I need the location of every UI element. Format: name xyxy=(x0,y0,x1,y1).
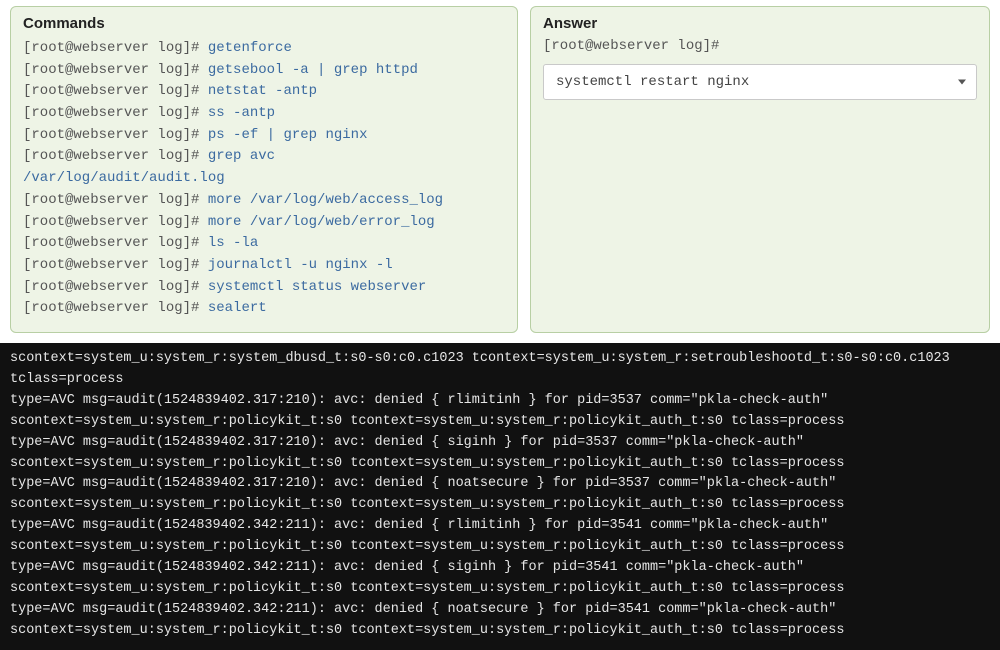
terminal-line: scontext=system_u:system_r:system_dbusd_… xyxy=(10,349,990,391)
terminal-line: type=AVC msg=audit(1524839402.317:210): … xyxy=(10,391,990,412)
command-line[interactable]: [root@webserver log]# journalctl -u ngin… xyxy=(23,255,505,277)
command-text: ps -ef | grep nginx xyxy=(208,127,368,143)
command-prompt: [root@webserver log]# xyxy=(23,235,208,251)
answer-title: Answer xyxy=(543,15,977,32)
commands-panel: Commands [root@webserver log]# getenforc… xyxy=(10,6,518,333)
terminal-line: scontext=system_u:system_r:policykit_t:s… xyxy=(10,495,990,516)
command-text: systemctl status webserver xyxy=(208,279,426,295)
command-prompt: [root@webserver log]# xyxy=(23,105,208,121)
command-line[interactable]: /var/log/audit/audit.log xyxy=(23,168,505,190)
command-text: more /var/log/web/error_log xyxy=(208,214,435,230)
command-prompt: [root@webserver log]# xyxy=(23,214,208,230)
command-prompt: [root@webserver log]# xyxy=(23,148,208,164)
terminal-line: type=AVC msg=audit(1524839402.342:211): … xyxy=(10,600,990,621)
answer-panel: Answer [root@webserver log]# systemctl r… xyxy=(530,6,990,333)
command-line[interactable]: [root@webserver log]# getenforce xyxy=(23,38,505,60)
command-line[interactable]: [root@webserver log]# sealert xyxy=(23,298,505,320)
command-text: /var/log/audit/audit.log xyxy=(23,170,225,186)
command-line[interactable]: [root@webserver log]# more /var/log/web/… xyxy=(23,190,505,212)
command-line[interactable]: [root@webserver log]# systemctl status w… xyxy=(23,277,505,299)
command-line[interactable]: [root@webserver log]# ss -antp xyxy=(23,103,505,125)
command-text: ss -antp xyxy=(208,105,275,121)
command-line[interactable]: [root@webserver log]# getsebool -a | gre… xyxy=(23,60,505,82)
command-text: ls -la xyxy=(208,235,258,251)
terminal-line: type=AVC msg=audit(1524839402.317:210): … xyxy=(10,474,990,495)
command-text: sealert xyxy=(208,300,267,316)
terminal-line: scontext=system_u:system_r:policykit_t:s… xyxy=(10,621,990,642)
command-text: grep avc xyxy=(208,148,275,164)
command-prompt: [root@webserver log]# xyxy=(23,257,208,273)
command-line[interactable]: [root@webserver log]# netstat -antp xyxy=(23,81,505,103)
command-text: getsebool -a | grep httpd xyxy=(208,62,418,78)
command-text: getenforce xyxy=(208,40,292,56)
command-prompt: [root@webserver log]# xyxy=(23,127,208,143)
terminal-line: scontext=system_u:system_r:policykit_t:s… xyxy=(10,412,990,433)
command-prompt: [root@webserver log]# xyxy=(23,192,208,208)
terminal-line: type=AVC msg=audit(1524839402.342:211): … xyxy=(10,516,990,537)
terminal-line: scontext=system_u:system_r:policykit_t:s… xyxy=(10,579,990,600)
command-text: netstat -antp xyxy=(208,83,317,99)
commands-list: [root@webserver log]# getenforce[root@we… xyxy=(23,38,505,320)
command-prompt: [root@webserver log]# xyxy=(23,62,208,78)
command-prompt: [root@webserver log]# xyxy=(23,40,208,56)
command-text: journalctl -u nginx -l xyxy=(208,257,393,273)
terminal-line: scontext=system_u:system_r:policykit_t:s… xyxy=(10,454,990,475)
command-prompt: [root@webserver log]# xyxy=(23,279,208,295)
top-row: Commands [root@webserver log]# getenforc… xyxy=(0,0,1000,343)
command-line[interactable]: [root@webserver log]# ps -ef | grep ngin… xyxy=(23,125,505,147)
chevron-down-icon xyxy=(958,80,966,85)
terminal-output: scontext=system_u:system_r:system_dbusd_… xyxy=(0,343,1000,650)
terminal-line: scontext=system_u:system_r:policykit_t:s… xyxy=(10,537,990,558)
answer-select[interactable]: systemctl restart nginx xyxy=(543,64,977,100)
answer-prompt: [root@webserver log]# xyxy=(543,38,977,54)
command-text: more /var/log/web/access_log xyxy=(208,192,443,208)
command-line[interactable]: [root@webserver log]# more /var/log/web/… xyxy=(23,212,505,234)
command-prompt: [root@webserver log]# xyxy=(23,300,208,316)
command-line[interactable]: [root@webserver log]# ls -la xyxy=(23,233,505,255)
terminal-line: type=AVC msg=audit(1524839402.342:211): … xyxy=(10,558,990,579)
command-line[interactable]: [root@webserver log]# grep avc xyxy=(23,146,505,168)
answer-select-value: systemctl restart nginx xyxy=(556,74,749,90)
commands-title: Commands xyxy=(23,15,505,32)
command-prompt: [root@webserver log]# xyxy=(23,83,208,99)
terminal-line: type=AVC msg=audit(1524839402.317:210): … xyxy=(10,433,990,454)
